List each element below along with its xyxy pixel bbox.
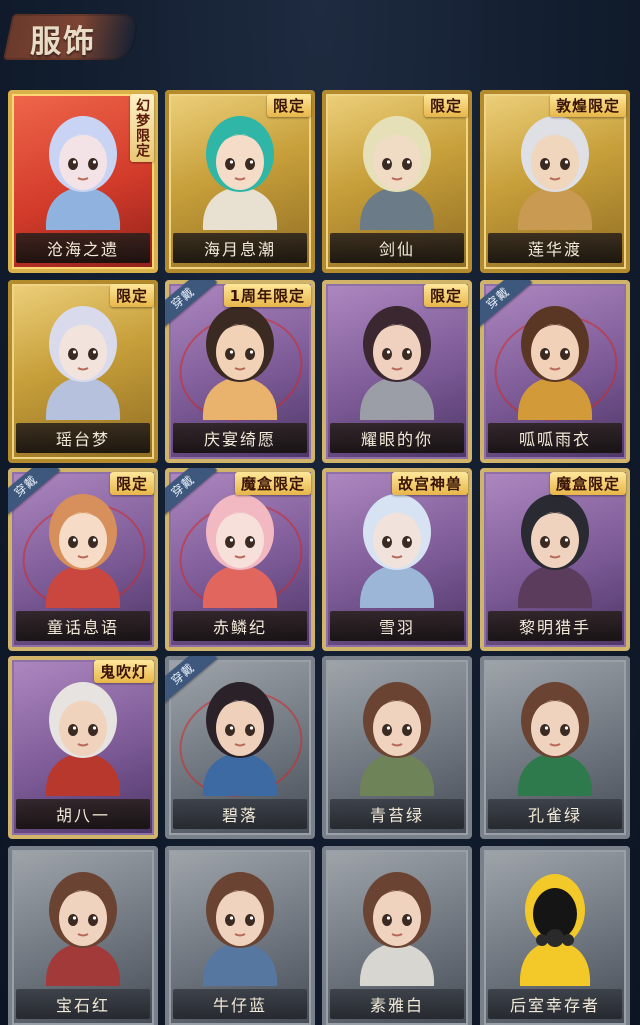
skin-name-bar: 后室幸存者 xyxy=(488,989,622,1019)
skin-card[interactable]: 青苔绿 xyxy=(322,656,472,839)
skin-name: 瑶台梦 xyxy=(55,430,110,449)
skin-name-bar: 胡八一 xyxy=(16,799,150,829)
skin-card[interactable]: 限定瑶台梦 xyxy=(8,280,158,463)
skin-name: 赤鳞纪 xyxy=(212,618,267,637)
skin-name-bar: 呱呱雨衣 xyxy=(488,423,622,453)
limited-badge: 魔盒限定 xyxy=(234,472,311,495)
skin-name: 胡八一 xyxy=(55,806,110,825)
skin-name: 耀眼的你 xyxy=(360,430,433,449)
skin-card[interactable]: 素雅白 xyxy=(322,846,472,1025)
skin-name: 碧落 xyxy=(221,806,258,825)
skin-card[interactable]: 穿戴 碧落 xyxy=(165,656,315,839)
skin-name-bar: 沧海之遗 xyxy=(16,233,150,263)
skin-name-bar: 海月息潮 xyxy=(173,233,307,263)
skin-name-bar: 黎明猎手 xyxy=(488,611,622,641)
skin-card[interactable]: 限定海月息潮 xyxy=(165,90,315,273)
skin-card[interactable]: 后室幸存者 xyxy=(480,846,630,1025)
skin-card[interactable]: 鬼吹灯胡八一 xyxy=(8,656,158,839)
skin-name-bar: 剑仙 xyxy=(330,233,464,263)
skin-name-bar: 莲华渡 xyxy=(488,233,622,263)
limited-badge: 限定 xyxy=(109,284,154,307)
page-header: 服饰 xyxy=(0,0,640,80)
skin-name: 沧海之遗 xyxy=(46,240,119,259)
limited-badge: 鬼吹灯 xyxy=(93,660,154,683)
skin-name: 牛仔蓝 xyxy=(212,996,267,1015)
skin-card[interactable]: 孔雀绿 xyxy=(480,656,630,839)
page-title: 服饰 xyxy=(30,24,96,60)
limited-badge: 敦煌限定 xyxy=(549,94,626,117)
skin-card[interactable]: 幻梦限定沧海之遗 xyxy=(8,90,158,273)
skin-name: 呱呱雨衣 xyxy=(518,430,591,449)
skin-name-bar: 青苔绿 xyxy=(330,799,464,829)
skin-name: 莲华渡 xyxy=(527,240,582,259)
limited-badge: 限定 xyxy=(423,94,468,117)
limited-badge: 幻梦限定 xyxy=(130,94,154,162)
skin-name: 青苔绿 xyxy=(369,806,424,825)
skin-name-bar: 赤鳞纪 xyxy=(173,611,307,641)
skin-name-bar: 瑶台梦 xyxy=(16,423,150,453)
limited-badge: 魔盒限定 xyxy=(549,472,626,495)
limited-badge: 故宫神兽 xyxy=(391,472,468,495)
skin-name-bar: 牛仔蓝 xyxy=(173,989,307,1019)
skin-name: 剑仙 xyxy=(378,240,415,259)
skin-card[interactable]: 限定耀眼的你 xyxy=(322,280,472,463)
skin-card[interactable]: 敦煌限定莲华渡 xyxy=(480,90,630,273)
limited-badge: 限定 xyxy=(266,94,311,117)
skin-card[interactable]: 宝石红 xyxy=(8,846,158,1025)
skin-name-bar: 碧落 xyxy=(173,799,307,829)
skin-card[interactable]: 魔盒限定 穿戴 赤鳞纪 xyxy=(165,468,315,651)
skin-card[interactable]: 限定 穿戴 童话息语 xyxy=(8,468,158,651)
skin-name: 庆宴绮愿 xyxy=(203,430,276,449)
skin-name-bar: 耀眼的你 xyxy=(330,423,464,453)
skin-name-bar: 孔雀绿 xyxy=(488,799,622,829)
skin-card[interactable]: 故宫神兽雪羽 xyxy=(322,468,472,651)
skin-card[interactable]: 1周年限定 穿戴 庆宴绮愿 xyxy=(165,280,315,463)
skin-name: 黎明猎手 xyxy=(518,618,591,637)
skin-card[interactable]: 穿戴 呱呱雨衣 xyxy=(480,280,630,463)
skin-name: 后室幸存者 xyxy=(509,996,600,1015)
skin-name: 雪羽 xyxy=(378,618,415,637)
skin-name: 宝石红 xyxy=(55,996,110,1015)
skin-card[interactable]: 限定剑仙 xyxy=(322,90,472,273)
limited-badge: 限定 xyxy=(109,472,154,495)
skin-card[interactable]: 牛仔蓝 xyxy=(165,846,315,1025)
skin-name-bar: 庆宴绮愿 xyxy=(173,423,307,453)
skin-name: 童话息语 xyxy=(46,618,119,637)
limited-badge: 限定 xyxy=(423,284,468,307)
limited-badge: 1周年限定 xyxy=(223,284,311,307)
skin-name-bar: 雪羽 xyxy=(330,611,464,641)
skin-name-bar: 素雅白 xyxy=(330,989,464,1019)
skin-name: 素雅白 xyxy=(369,996,424,1015)
skin-card[interactable]: 魔盒限定黎明猎手 xyxy=(480,468,630,651)
skin-name-bar: 童话息语 xyxy=(16,611,150,641)
skin-name: 海月息潮 xyxy=(203,240,276,259)
skin-name: 孔雀绿 xyxy=(527,806,582,825)
skin-name-bar: 宝石红 xyxy=(16,989,150,1019)
